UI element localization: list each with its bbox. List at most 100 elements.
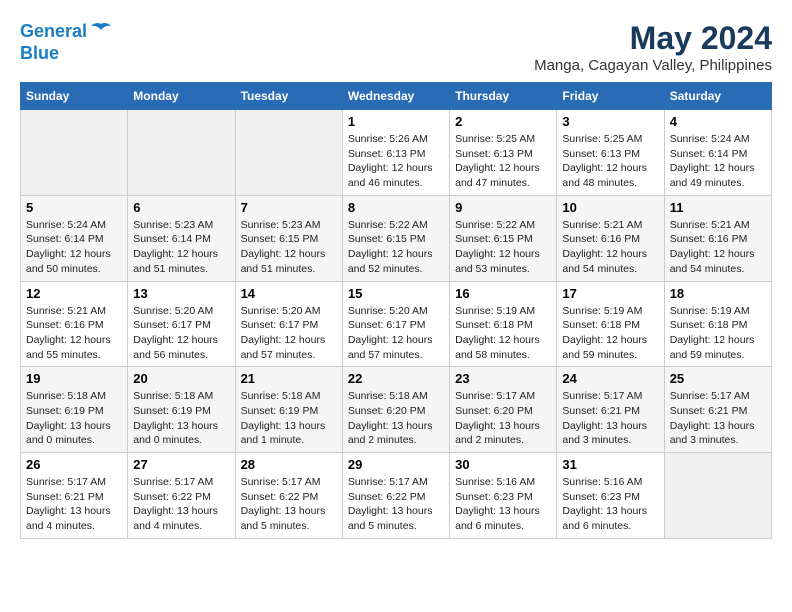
day-number: 1	[348, 114, 444, 129]
calendar-cell	[128, 110, 235, 196]
day-info: Sunrise: 5:25 AM Sunset: 6:13 PM Dayligh…	[562, 132, 658, 191]
day-number: 15	[348, 286, 444, 301]
day-number: 23	[455, 371, 551, 386]
day-number: 10	[562, 200, 658, 215]
calendar-cell: 22Sunrise: 5:18 AM Sunset: 6:20 PM Dayli…	[342, 367, 449, 453]
calendar-cell: 27 Sunrise: 5:17 AM Sunset: 6:22 PM Dayli…	[128, 453, 235, 539]
calendar-cell: 5 Sunrise: 5:24 AM Sunset: 6:14 PM Daylig…	[21, 195, 128, 281]
day-info: Sunrise: 5:16 AM Sunset: 6:23 PM Dayligh…	[455, 475, 551, 534]
day-number: 21	[241, 371, 337, 386]
day-info: Sunrise: 5:19 AM Sunset: 6:18 PM Dayligh…	[455, 304, 551, 363]
day-number: 5	[26, 200, 122, 215]
calendar-cell: 8 Sunrise: 5:22 AM Sunset: 6:15 PM Daylig…	[342, 195, 449, 281]
day-number: 3	[562, 114, 658, 129]
calendar-cell: 2 Sunrise: 5:25 AM Sunset: 6:13 PM Daylig…	[450, 110, 557, 196]
calendar-cell: 9 Sunrise: 5:22 AM Sunset: 6:15 PM Daylig…	[450, 195, 557, 281]
day-info: Sunrise: 5:21 AM Sunset: 6:16 PM Dayligh…	[26, 304, 122, 363]
day-number: 28	[241, 457, 337, 472]
calendar-cell: 21Sunrise: 5:18 AM Sunset: 6:19 PM Dayli…	[235, 367, 342, 453]
day-info: Sunrise: 5:23 AM Sunset: 6:15 PM Dayligh…	[241, 218, 337, 277]
day-number: 26	[26, 457, 122, 472]
calendar-cell: 16 Sunrise: 5:19 AM Sunset: 6:18 PM Dayli…	[450, 281, 557, 367]
day-number: 19	[26, 371, 122, 386]
title-block: May 2024 Manga, Cagayan Valley, Philippi…	[534, 20, 772, 74]
calendar-cell: 23Sunrise: 5:17 AM Sunset: 6:20 PM Dayli…	[450, 367, 557, 453]
day-number: 14	[241, 286, 337, 301]
day-info: Sunrise: 5:20 AM Sunset: 6:17 PM Dayligh…	[133, 304, 229, 363]
day-info: Sunrise: 5:19 AM Sunset: 6:18 PM Dayligh…	[562, 304, 658, 363]
day-number: 27	[133, 457, 229, 472]
calendar-cell: 17 Sunrise: 5:19 AM Sunset: 6:18 PM Dayli…	[557, 281, 664, 367]
calendar-cell: 19Sunrise: 5:18 AM Sunset: 6:19 PM Dayli…	[21, 367, 128, 453]
day-info: Sunrise: 5:17 AM Sunset: 6:22 PM Dayligh…	[133, 475, 229, 534]
day-info: Sunrise: 5:18 AM Sunset: 6:19 PM Dayligh…	[133, 389, 229, 448]
calendar-cell: 18 Sunrise: 5:19 AM Sunset: 6:18 PM Dayli…	[664, 281, 771, 367]
day-number: 11	[670, 200, 766, 215]
day-number: 9	[455, 200, 551, 215]
calendar-cell: 14 Sunrise: 5:20 AM Sunset: 6:17 PM Dayli…	[235, 281, 342, 367]
day-info: Sunrise: 5:24 AM Sunset: 6:14 PM Dayligh…	[26, 218, 122, 277]
day-info: Sunrise: 5:22 AM Sunset: 6:15 PM Dayligh…	[348, 218, 444, 277]
day-info: Sunrise: 5:25 AM Sunset: 6:13 PM Dayligh…	[455, 132, 551, 191]
page-header: General Blue May 2024 Manga, Cagayan Val…	[20, 20, 772, 74]
day-number: 2	[455, 114, 551, 129]
calendar-cell	[235, 110, 342, 196]
calendar-table: SundayMondayTuesdayWednesdayThursdayFrid…	[20, 82, 772, 539]
calendar-cell: 15 Sunrise: 5:20 AM Sunset: 6:17 PM Dayli…	[342, 281, 449, 367]
calendar-cell: 12 Sunrise: 5:21 AM Sunset: 6:16 PM Dayli…	[21, 281, 128, 367]
day-number: 30	[455, 457, 551, 472]
calendar-title: May 2024	[534, 20, 772, 57]
day-info: Sunrise: 5:23 AM Sunset: 6:14 PM Dayligh…	[133, 218, 229, 277]
logo-line2: Blue	[20, 43, 59, 63]
weekday-header: Tuesday	[235, 83, 342, 110]
day-number: 16	[455, 286, 551, 301]
day-info: Sunrise: 5:16 AM Sunset: 6:23 PM Dayligh…	[562, 475, 658, 534]
weekday-header: Monday	[128, 83, 235, 110]
calendar-cell: 31 Sunrise: 5:16 AM Sunset: 6:23 PM Dayli…	[557, 453, 664, 539]
day-info: Sunrise: 5:17 AM Sunset: 6:22 PM Dayligh…	[348, 475, 444, 534]
calendar-week-row: 19 Sunrise: 5:18 AM Sunset: 6:19 PM Dayli…	[21, 367, 772, 453]
day-number: 12	[26, 286, 122, 301]
day-info: Sunrise: 5:20 AM Sunset: 6:17 PM Dayligh…	[348, 304, 444, 363]
day-number: 8	[348, 200, 444, 215]
logo-text: General Blue	[20, 20, 113, 64]
weekday-header: Wednesday	[342, 83, 449, 110]
day-number: 25	[670, 371, 766, 386]
day-number: 6	[133, 200, 229, 215]
day-info: Sunrise: 5:22 AM Sunset: 6:15 PM Dayligh…	[455, 218, 551, 277]
weekday-header-row: SundayMondayTuesdayWednesdayThursdayFrid…	[21, 83, 772, 110]
day-number: 13	[133, 286, 229, 301]
day-info: Sunrise: 5:19 AM Sunset: 6:18 PM Dayligh…	[670, 304, 766, 363]
day-number: 7	[241, 200, 337, 215]
day-info: Sunrise: 5:17 AM Sunset: 6:22 PM Dayligh…	[241, 475, 337, 534]
calendar-subtitle: Manga, Cagayan Valley, Philippines	[534, 57, 772, 74]
calendar-cell: 7 Sunrise: 5:23 AM Sunset: 6:15 PM Daylig…	[235, 195, 342, 281]
day-info: Sunrise: 5:20 AM Sunset: 6:17 PM Dayligh…	[241, 304, 337, 363]
weekday-header: Thursday	[450, 83, 557, 110]
day-info: Sunrise: 5:24 AM Sunset: 6:14 PM Dayligh…	[670, 132, 766, 191]
calendar-cell: 26 Sunrise: 5:17 AM Sunset: 6:21 PM Dayli…	[21, 453, 128, 539]
day-number: 18	[670, 286, 766, 301]
calendar-cell: 6 Sunrise: 5:23 AM Sunset: 6:14 PM Daylig…	[128, 195, 235, 281]
calendar-cell: 11 Sunrise: 5:21 AM Sunset: 6:16 PM Dayli…	[664, 195, 771, 281]
calendar-cell: 3 Sunrise: 5:25 AM Sunset: 6:13 PM Daylig…	[557, 110, 664, 196]
calendar-cell: 28 Sunrise: 5:17 AM Sunset: 6:22 PM Dayli…	[235, 453, 342, 539]
weekday-header: Friday	[557, 83, 664, 110]
day-info: Sunrise: 5:17 AM Sunset: 6:21 PM Dayligh…	[26, 475, 122, 534]
logo-bird-icon	[89, 20, 113, 44]
calendar-cell: 10Sunrise: 5:21 AM Sunset: 6:16 PM Dayli…	[557, 195, 664, 281]
calendar-week-row: 5 Sunrise: 5:24 AM Sunset: 6:14 PM Daylig…	[21, 195, 772, 281]
day-number: 17	[562, 286, 658, 301]
weekday-header: Sunday	[21, 83, 128, 110]
day-info: Sunrise: 5:17 AM Sunset: 6:21 PM Dayligh…	[670, 389, 766, 448]
calendar-cell: 4Sunrise: 5:24 AM Sunset: 6:14 PM Daylig…	[664, 110, 771, 196]
calendar-cell: 24Sunrise: 5:17 AM Sunset: 6:21 PM Dayli…	[557, 367, 664, 453]
day-info: Sunrise: 5:21 AM Sunset: 6:16 PM Dayligh…	[670, 218, 766, 277]
day-info: Sunrise: 5:26 AM Sunset: 6:13 PM Dayligh…	[348, 132, 444, 191]
calendar-cell: 1 Sunrise: 5:26 AM Sunset: 6:13 PM Daylig…	[342, 110, 449, 196]
day-number: 22	[348, 371, 444, 386]
day-number: 20	[133, 371, 229, 386]
day-number: 31	[562, 457, 658, 472]
calendar-week-row: 12 Sunrise: 5:21 AM Sunset: 6:16 PM Dayli…	[21, 281, 772, 367]
calendar-cell: 30 Sunrise: 5:16 AM Sunset: 6:23 PM Dayli…	[450, 453, 557, 539]
